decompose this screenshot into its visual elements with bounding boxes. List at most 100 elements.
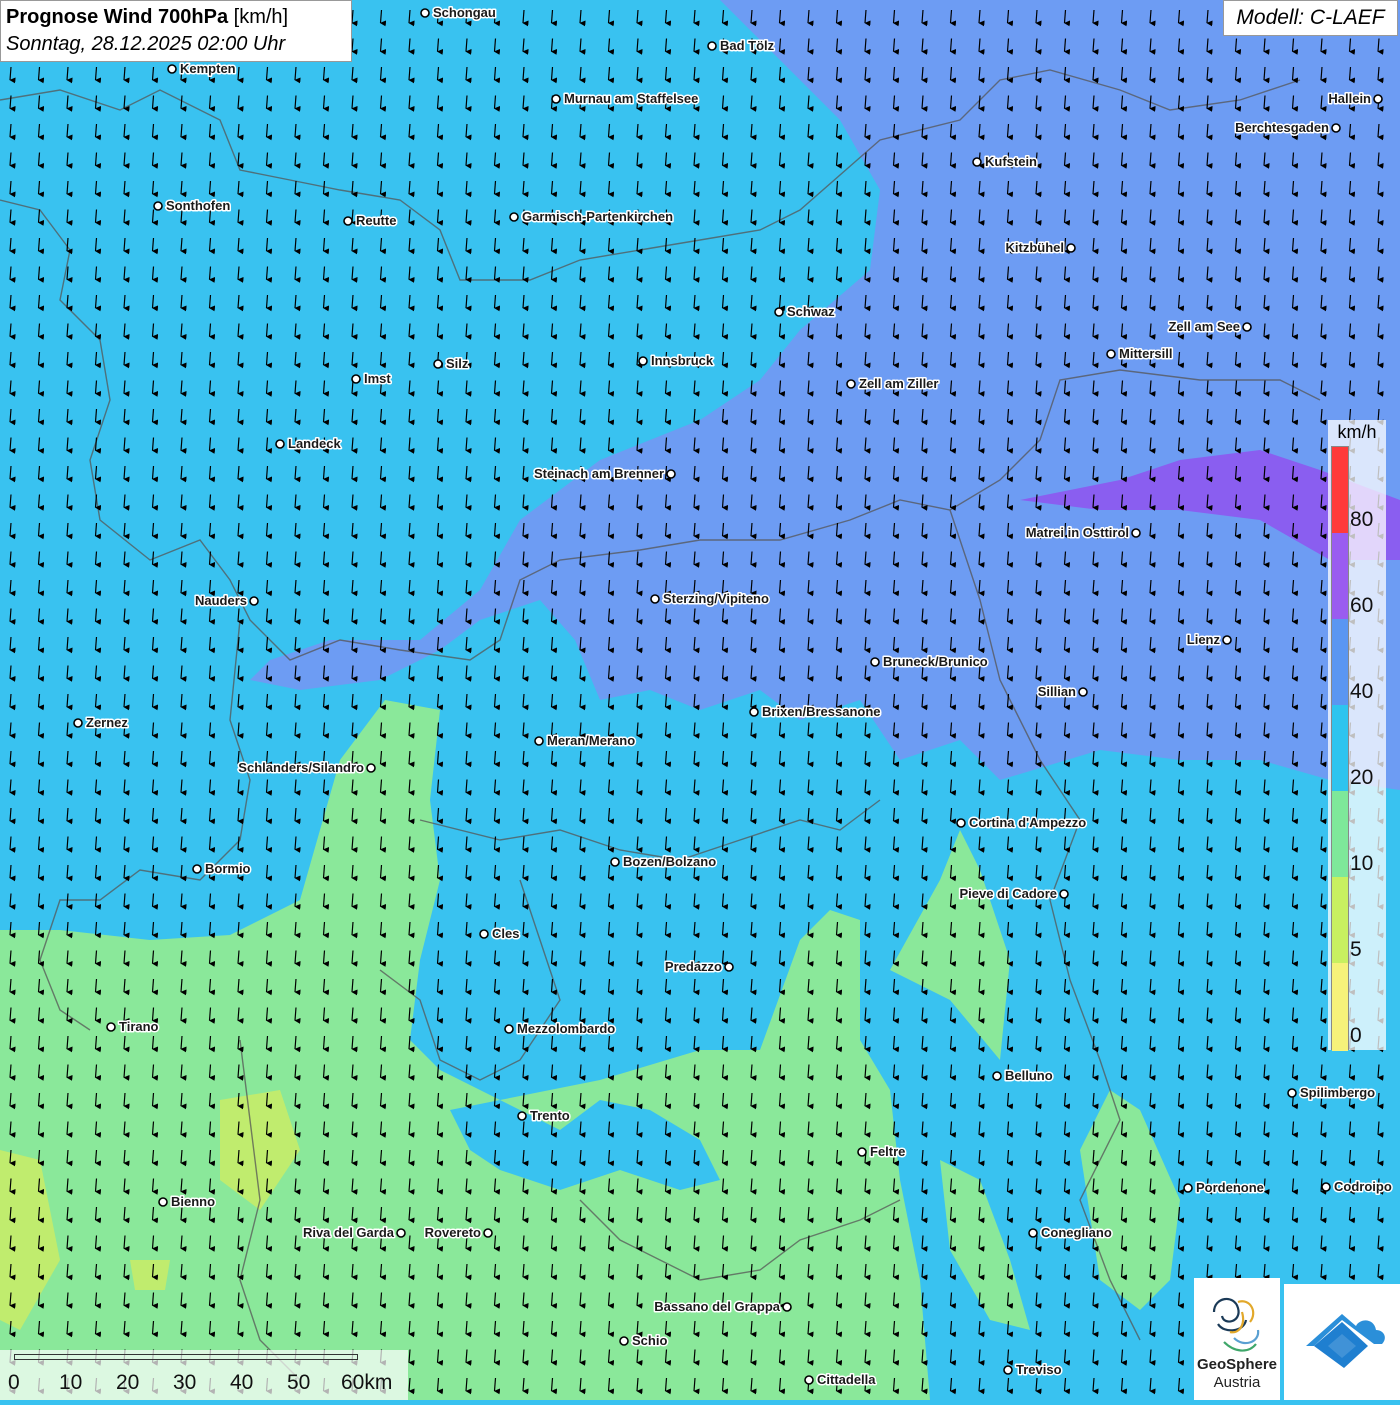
- wind-map: Schongau Bad Tölz Kempten Murnau am Staffel…: [0, 0, 1400, 1400]
- city-label: Sterzing/Vipiteno: [663, 591, 769, 606]
- city-label: Predazzo: [665, 959, 722, 974]
- city-label: Kufstein: [985, 154, 1037, 169]
- city-label: Rovereto: [425, 1225, 481, 1240]
- city-label: Zernez: [86, 715, 128, 730]
- geosphere-name: GeoSphere: [1196, 1356, 1278, 1373]
- city-dot: [857, 1147, 867, 1157]
- city-label: Bruneck/Brunico: [883, 654, 988, 669]
- city-dot: [724, 962, 734, 972]
- legend-tick-label: 5: [1350, 938, 1362, 961]
- city-label: Feltre: [870, 1144, 905, 1159]
- city-dot: [956, 818, 966, 828]
- city-dot: [509, 212, 519, 222]
- city-dot: [73, 718, 83, 728]
- city-marker: Pordenone: [1183, 1179, 1265, 1197]
- city-label: Hallein: [1328, 91, 1371, 106]
- scale-label: 40: [230, 1371, 254, 1394]
- city-dot: [1287, 1088, 1297, 1098]
- city-dot: [782, 1302, 792, 1312]
- city-marker: Spilimbergo: [1287, 1084, 1377, 1102]
- city-dot: [707, 41, 717, 51]
- city-dot: [275, 439, 285, 449]
- color-legend: km/h 80 60 40 20 10 5 0: [1328, 420, 1386, 1051]
- city-dot: [1078, 687, 1088, 697]
- city-label: Bormio: [205, 861, 251, 876]
- scale-label: 20: [116, 1371, 140, 1394]
- city-dot: [158, 1197, 168, 1207]
- city-marker: Bozen/Bolzano: [610, 853, 718, 871]
- scale-label: 10: [59, 1371, 83, 1394]
- legend-swatch-80: [1332, 447, 1348, 533]
- city-marker: Garmisch-Partenkirchen: [509, 208, 675, 226]
- city-label: Brixen/Bressanone: [762, 704, 881, 719]
- city-label: Landeck: [288, 436, 342, 451]
- city-marker: Meran/Merano: [534, 732, 637, 750]
- city-dot: [1106, 349, 1116, 359]
- city-marker: Pieve di Cadore: [958, 885, 1069, 903]
- geosphere-emblem-icon: [1212, 1298, 1260, 1352]
- city-marker: Conegliano: [1028, 1224, 1113, 1242]
- city-label: Pieve di Cadore: [959, 886, 1057, 901]
- city-dot: [534, 736, 544, 746]
- city-label: Matrei in Osttirol: [1026, 525, 1129, 540]
- cloud-arrow-icon: [1306, 1314, 1385, 1368]
- city-dot: [1183, 1183, 1193, 1193]
- city-dot: [1321, 1182, 1331, 1192]
- city-label: Garmisch-Partenkirchen: [522, 209, 673, 224]
- legend-swatch-0: [1332, 963, 1348, 1051]
- city-dot: [774, 307, 784, 317]
- city-label: Imst: [364, 371, 391, 386]
- scale-label: 0: [8, 1371, 20, 1394]
- legend-swatch-20: [1332, 705, 1348, 791]
- city-label: Cortina d'Ampezzo: [969, 815, 1086, 830]
- city-label: Treviso: [1016, 1362, 1062, 1377]
- scale-bar-line: [14, 1354, 358, 1360]
- city-label: Lienz: [1187, 632, 1221, 647]
- city-dot: [1331, 123, 1341, 133]
- city-dot: [846, 379, 856, 389]
- city-marker: Zell am See: [1167, 318, 1252, 336]
- city-label: Codroipo: [1334, 1179, 1392, 1194]
- city-label: Schio: [632, 1333, 667, 1348]
- city-dot: [650, 594, 660, 604]
- scale-label: 50: [287, 1371, 311, 1394]
- city-marker: Schongau: [420, 4, 497, 22]
- city-dot: [1373, 94, 1383, 104]
- city-label: Silz: [446, 356, 469, 371]
- warning-app-logo[interactable]: [1284, 1284, 1400, 1400]
- city-dot: [106, 1022, 116, 1032]
- city-dot: [343, 216, 353, 226]
- city-label: Trento: [530, 1108, 570, 1123]
- city-label: Steinach am Brenner: [534, 466, 664, 481]
- city-marker: Brixen/Bressanone: [749, 703, 882, 721]
- city-label: Conegliano: [1041, 1225, 1112, 1240]
- city-label: Reutte: [356, 213, 396, 228]
- city-label: Schlanders/Silandro: [238, 760, 364, 775]
- geosphere-logo[interactable]: GeoSphere Austria: [1194, 1278, 1280, 1400]
- city-dot: [517, 1111, 527, 1121]
- city-marker: Bruneck/Brunico: [870, 653, 989, 671]
- legend-tick-label: 80: [1350, 508, 1374, 531]
- legend-swatch-60: [1332, 533, 1348, 619]
- city-dot: [619, 1336, 629, 1346]
- legend-tick-label: 60: [1350, 594, 1374, 617]
- city-label: Murnau am Staffelsee: [564, 91, 698, 106]
- city-label: Schongau: [433, 5, 496, 20]
- wind-field-yellow-3: [130, 1260, 170, 1290]
- scale-label: 60km: [341, 1371, 393, 1394]
- city-dot: [1028, 1228, 1038, 1238]
- city-dot: [1059, 889, 1069, 899]
- city-dot: [992, 1071, 1002, 1081]
- city-marker: Riva del Garda: [301, 1224, 406, 1242]
- city-dot: [1242, 322, 1252, 332]
- city-dot: [1131, 528, 1141, 538]
- map-title: Prognose Wind 700hPa: [6, 6, 229, 28]
- city-label: Sonthofen: [166, 198, 230, 213]
- city-label: Cles: [492, 926, 519, 941]
- scale-bar: 0 10 20 30 40 50 60km: [0, 1350, 408, 1400]
- city-dot: [351, 374, 361, 384]
- legend-swatch-10: [1332, 791, 1348, 877]
- geosphere-subname: Austria: [1213, 1374, 1261, 1391]
- city-marker: Schlanders/Silandro: [237, 759, 376, 777]
- city-dot: [420, 8, 430, 18]
